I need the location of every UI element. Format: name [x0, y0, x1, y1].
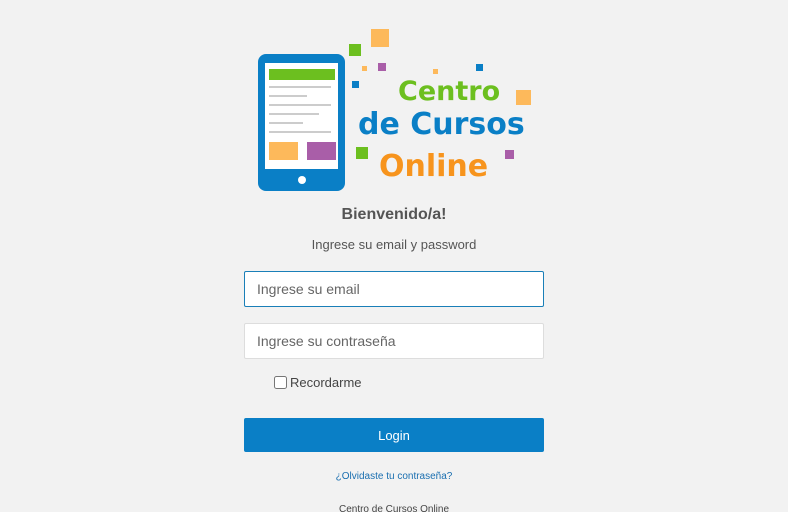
remember-me-label: Recordarme	[290, 375, 362, 390]
tablet-home-button	[298, 176, 306, 184]
tablet-header-bar	[269, 69, 335, 80]
forgot-password-container: ¿Olvidaste tu contraseña?	[0, 471, 788, 482]
logo-graphic: Centro de Cursos Online	[258, 29, 531, 191]
remember-me-row[interactable]: Recordarme	[274, 375, 362, 390]
login-button[interactable]: Login	[244, 418, 544, 452]
welcome-heading: Bienvenido/a!	[341, 206, 447, 223]
password-input[interactable]	[244, 323, 544, 359]
email-input[interactable]	[244, 271, 544, 307]
forgot-password-link[interactable]: ¿Olvidaste tu contraseña?	[336, 471, 453, 482]
login-page: Centro de Cursos Online Bienvenido/a! In…	[0, 0, 788, 512]
logo: Centro de Cursos Online	[252, 26, 542, 196]
logo-text-line1: Centro	[398, 76, 500, 107]
logo-text-line3: Online	[379, 149, 488, 184]
remember-me-checkbox[interactable]	[274, 376, 287, 389]
logo-text-line2: de Cursos	[358, 107, 525, 142]
footer-text: Centro de Cursos Online	[338, 504, 450, 512]
login-subtitle: Ingrese su email y password	[311, 237, 477, 252]
